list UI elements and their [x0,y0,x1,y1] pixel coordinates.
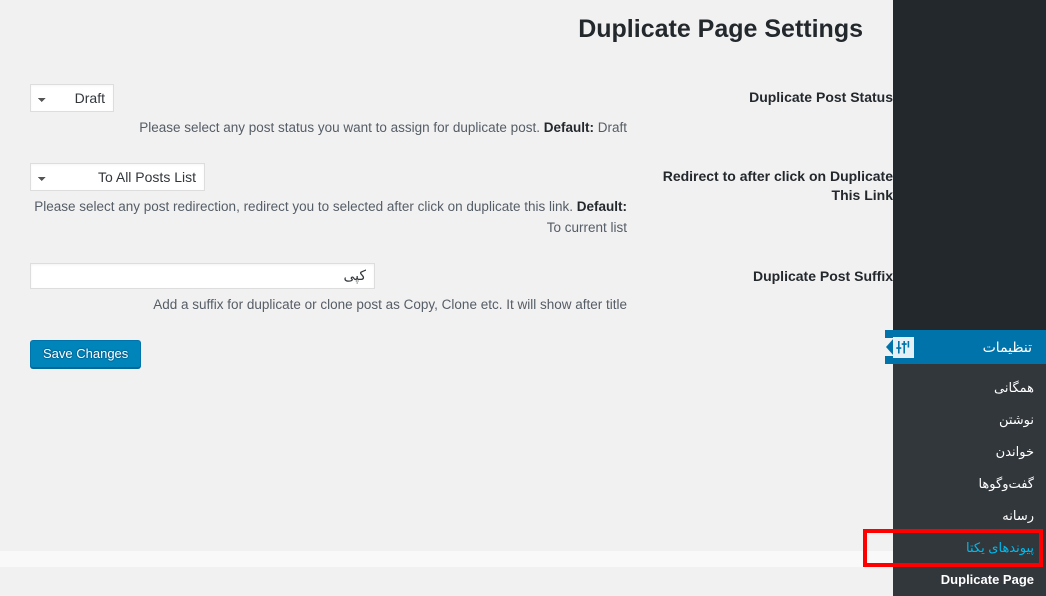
description-redirect: Please select any post redirection, redi… [30,197,627,239]
sidebar-item-settings-label: تنظیمات [982,339,1032,355]
description-post-status-text: Please select any post status you want t… [139,120,540,135]
settings-form-table: Duplicate Post Status Draft Please selec… [0,70,893,326]
current-menu-arrow-icon [885,330,893,364]
form-row-redirect: Redirect to after click on Duplicate Thi… [0,149,893,249]
list-item: Duplicate Page [893,564,1046,596]
description-redirect-text: Please select any post redirection, redi… [34,198,573,214]
label-duplicate-post-suffix: Duplicate Post Suffix [752,267,893,284]
list-item: نوشتن [893,404,1046,436]
settings-submenu: همگانی نوشتن خواندن گفت‌وگوها رسانه پیون… [893,364,1046,596]
description-post-status-default-value: Draft [597,120,627,135]
description-post-status: Please select any post status you want t… [30,118,627,139]
wp-admin-screen: Duplicate Page Settings Duplicate Post S… [0,0,1046,596]
admin-sidebar: تنظیمات همگانی نوشتن خواندن [863,0,1046,596]
label-duplicate-post-status: Duplicate Post Status [749,89,893,105]
sidebar-subitem-media[interactable]: رسانه [893,500,1046,532]
duplicate-post-suffix-input[interactable] [30,262,375,289]
admin-sidebar-upper-area [893,0,1046,330]
settings-sliders-icon [893,336,914,358]
duplicate-post-status-select[interactable]: Draft [30,84,114,112]
form-row-post-status: Duplicate Post Status Draft Please selec… [0,70,893,149]
sidebar-subitem-reading[interactable]: خواندن [893,436,1046,468]
description-post-suffix-text: Add a suffix for duplicate or clone post… [153,296,627,312]
sidebar-subitem-discussion[interactable]: گفت‌وگوها [893,468,1046,500]
list-item: گفت‌وگوها [893,468,1046,500]
redirect-target-select[interactable]: To All Posts List [30,162,205,191]
description-post-status-default-label: Default: [543,120,594,135]
sidebar-subitem-general[interactable]: همگانی [893,372,1046,404]
submit-row: Save Changes [0,326,893,368]
sidebar-subitem-duplicate-page[interactable]: Duplicate Page [893,564,1046,596]
description-post-suffix: Add a suffix for duplicate or clone post… [30,295,627,316]
sidebar-subitem-writing[interactable]: نوشتن [893,404,1046,436]
settings-content: Duplicate Page Settings Duplicate Post S… [0,0,893,567]
description-redirect-default-value: To current list [546,219,627,235]
save-changes-button[interactable]: Save Changes [30,339,142,368]
description-redirect-default-label: Default: [576,198,627,214]
field-duplicate-post-status: Draft Please select any post status you … [0,70,627,149]
list-item: پیوندهای یکتا [893,532,1046,564]
page-title: Duplicate Page Settings [578,15,863,43]
field-duplicate-post-suffix: Add a suffix for duplicate or clone post… [0,249,627,326]
list-item: رسانه [893,500,1046,532]
list-item: خواندن [893,436,1046,468]
form-row-post-suffix: Duplicate Post Suffix Add a suffix for d… [0,249,893,326]
field-redirect-after-duplicate: To All Posts List Please select any post… [0,149,627,249]
sidebar-subitem-permalinks[interactable]: پیوندهای یکتا [893,532,1046,564]
label-redirect-after-duplicate: Redirect to after click on Duplicate Thi… [662,167,893,203]
sidebar-item-settings[interactable]: تنظیمات [885,330,1046,364]
list-item: همگانی [893,372,1046,404]
